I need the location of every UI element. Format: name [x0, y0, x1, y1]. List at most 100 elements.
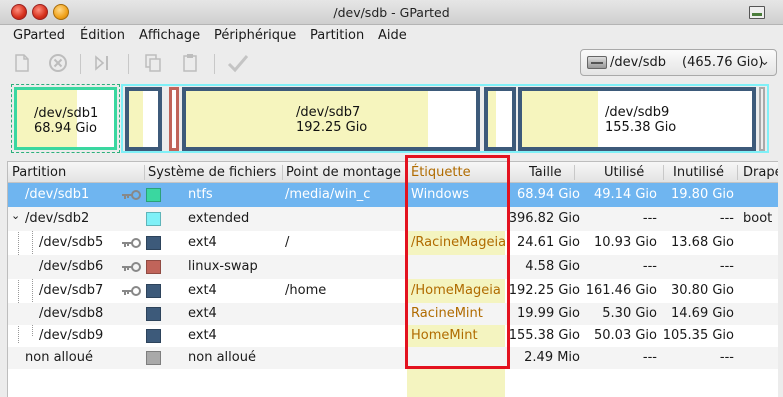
cell-partition: /dev/sdb2 — [25, 211, 90, 226]
filesystem-color-swatch — [146, 351, 161, 365]
cell-flags: boot — [743, 211, 773, 226]
column-separator — [574, 165, 575, 180]
menu-aide[interactable]: Aide — [378, 28, 407, 43]
title-bar: /dev/sdb - GParted — [0, 0, 783, 25]
table-row[interactable]: /dev/sdb9 ext4 HomeMint 155.38 Gio 50.03… — [8, 325, 778, 347]
disk-map-partition-sdb7[interactable]: /dev/sdb7 192.25 Gio — [182, 87, 480, 151]
toolbar-separator — [128, 54, 129, 74]
column-header-used[interactable]: Utilisé — [604, 165, 644, 180]
toolbar: /dev/sdb (465.76 Gio) ⌄ — [0, 47, 783, 80]
key-icon — [122, 286, 141, 296]
column-header-flags[interactable]: Drape — [743, 165, 778, 180]
cell-used: 161.46 Gio — [585, 283, 657, 298]
column-header-size[interactable]: Taille — [529, 165, 562, 180]
cell-filesystem: non alloué — [188, 350, 256, 365]
disk-map-partition-sdb8[interactable] — [484, 87, 516, 151]
harddisk-icon — [587, 56, 607, 69]
table-row[interactable]: /dev/sdb6 linux-swap 4.58 Gio --- --- — [8, 255, 778, 279]
column-header-partition[interactable]: Partition — [12, 165, 66, 180]
table-row[interactable]: non alloué non alloué 2.49 Mio --- --- — [8, 347, 778, 369]
window-title: /dev/sdb - GParted — [333, 5, 450, 20]
cell-label: Windows — [411, 187, 470, 202]
column-separator — [737, 165, 738, 180]
cell-filesystem: extended — [188, 211, 250, 226]
cell-partition: /dev/sdb5 — [39, 235, 104, 250]
cell-partition: non alloué — [25, 350, 93, 365]
paste-icon[interactable] — [180, 53, 200, 73]
key-icon — [122, 190, 141, 200]
filesystem-color-swatch — [146, 188, 161, 202]
disk-map-label-sdb9-size: 155.38 Gio — [605, 120, 677, 135]
apply-icon[interactable] — [227, 53, 249, 73]
new-icon[interactable] — [12, 53, 32, 73]
menu-gparted[interactable]: GParted — [13, 28, 65, 43]
disk-map-label-sdb7-name: /dev/sdb7 — [296, 105, 361, 120]
cell-used: --- — [642, 259, 657, 274]
cell-size: 396.82 Gio — [508, 211, 580, 226]
cell-used: 49.14 Gio — [594, 187, 657, 202]
cell-filesystem: ext4 — [188, 306, 217, 321]
cell-size: 2.49 Mio — [524, 350, 580, 365]
cell-size: 192.25 Gio — [508, 283, 580, 298]
cell-unused: 13.68 Gio — [671, 235, 734, 250]
column-separator — [663, 165, 664, 180]
disk-map-unallocated[interactable] — [759, 87, 765, 151]
menu-peripherique[interactable]: Périphérique — [214, 28, 296, 43]
table-row[interactable]: /dev/sdb7 ext4 /home /HomeMageia 192.25 … — [8, 279, 778, 303]
filesystem-color-swatch — [146, 329, 161, 343]
column-separator — [282, 165, 283, 180]
menu-bar: GParted Édition Affichage Périphérique P… — [0, 25, 783, 47]
device-size: (465.76 Gio) — [682, 55, 764, 70]
column-separator — [144, 165, 145, 180]
cell-partition: /dev/sdb1 — [25, 187, 90, 202]
cell-filesystem: ext4 — [188, 328, 217, 343]
menu-edition[interactable]: Édition — [80, 28, 125, 43]
filesystem-color-swatch — [146, 260, 161, 274]
column-header-mountpoint[interactable]: Point de montage — [286, 165, 401, 180]
chevron-down-icon: ⌄ — [759, 54, 770, 69]
cell-unused: 30.80 Gio — [671, 283, 734, 298]
disk-map-partition-sdb9[interactable]: /dev/sdb9 155.38 Gio — [518, 87, 756, 151]
cell-size: 155.38 Gio — [508, 328, 580, 343]
table-row[interactable]: /dev/sdb5 ext4 / /RacineMageia 24.61 Gio… — [8, 231, 778, 255]
cell-used: 5.30 Gio — [602, 306, 657, 321]
column-header-label[interactable]: Étiquette — [411, 165, 471, 180]
table-row[interactable]: /dev/sdb1 ntfs /media/win_c Windows 68.9… — [8, 183, 778, 207]
disk-map-partition-sdb6[interactable] — [169, 87, 179, 151]
column-header-filesystem[interactable]: Système de fichiers — [148, 165, 276, 180]
disk-map-label-sdb1-size: 68.94 Gio — [34, 121, 97, 136]
menu-partition[interactable]: Partition — [310, 28, 364, 43]
filesystem-color-swatch — [146, 284, 161, 298]
copy-icon[interactable] — [143, 53, 163, 73]
expander-icon[interactable]: ⌄ — [11, 209, 20, 222]
cell-filesystem: ext4 — [188, 283, 217, 298]
toolbar-separator — [80, 54, 81, 74]
cell-unused: --- — [719, 211, 734, 226]
resize-move-icon[interactable] — [93, 53, 113, 73]
cell-unused: 14.69 Gio — [671, 306, 734, 321]
disk-map-partition-sdb1[interactable]: /dev/sdb1 68.94 Gio — [11, 84, 120, 153]
disk-map-partition-sdb5[interactable] — [125, 87, 162, 151]
cell-size: 19.99 Gio — [517, 306, 580, 321]
cell-used: 10.93 Gio — [594, 235, 657, 250]
cell-mountpoint: /media/win_c — [285, 187, 371, 202]
menu-affichage[interactable]: Affichage — [139, 28, 200, 43]
disk-map-label-sdb9-name: /dev/sdb9 — [605, 105, 670, 120]
cell-label: RacineMint — [411, 306, 483, 321]
cell-filesystem: ext4 — [188, 235, 217, 250]
cell-filesystem: linux-swap — [188, 259, 258, 274]
device-selector[interactable]: /dev/sdb (465.76 Gio) ⌄ — [580, 49, 777, 76]
cell-partition: /dev/sdb9 — [39, 328, 104, 343]
cell-unused: 19.80 Gio — [671, 187, 734, 202]
column-separator — [406, 165, 407, 180]
cell-used: 50.03 Gio — [594, 328, 657, 343]
column-header-unused[interactable]: Inutilisé — [673, 165, 724, 180]
table-row[interactable]: /dev/sdb8 ext4 RacineMint 19.99 Gio 5.30… — [8, 303, 778, 325]
table-row[interactable]: ⌄ /dev/sdb2 extended 396.82 Gio --- --- … — [8, 207, 778, 231]
disk-map: /dev/sdb1 68.94 Gio /dev/sdb7 192.25 Gio… — [7, 82, 771, 155]
cell-used: --- — [642, 211, 657, 226]
delete-icon[interactable] — [48, 53, 68, 73]
disk-map-label-sdb1-name: /dev/sdb1 — [34, 106, 99, 121]
tray-icon[interactable] — [749, 6, 765, 19]
cell-label: HomeMint — [411, 328, 478, 343]
